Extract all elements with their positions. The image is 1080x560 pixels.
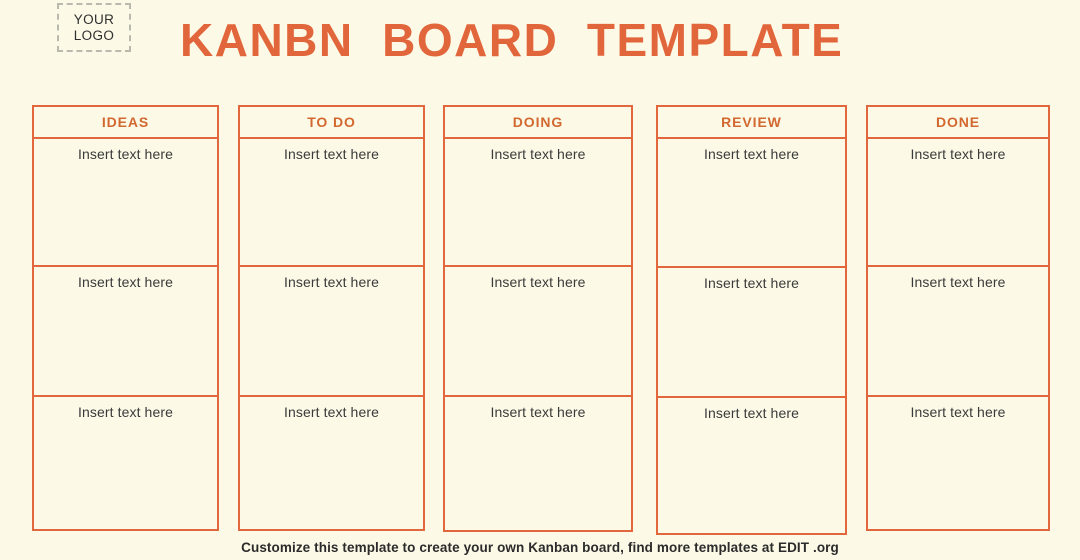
column-header-label: DONE (935, 114, 981, 130)
kanban-card[interactable]: Insert text here (866, 139, 1050, 267)
card-text: Insert text here (78, 274, 173, 290)
kanban-card[interactable]: Insert text here (443, 267, 633, 397)
column-header-to-do[interactable]: TO DO (238, 105, 425, 139)
card-text: Insert text here (704, 146, 799, 162)
kanban-column-doing: DOING Insert text here Insert text here … (443, 105, 633, 532)
kanban-card[interactable]: Insert text here (238, 139, 425, 267)
card-text: Insert text here (704, 275, 799, 291)
kanban-card[interactable]: Insert text here (866, 397, 1050, 531)
column-header-label: IDEAS (101, 114, 150, 130)
column-header-label: REVIEW (721, 114, 782, 130)
kanban-card[interactable]: Insert text here (32, 267, 219, 397)
kanban-column-done: DONE Insert text here Insert text here I… (866, 105, 1050, 531)
card-text: Insert text here (490, 146, 586, 162)
column-header-done[interactable]: DONE (866, 105, 1050, 139)
column-header-label: DOING (512, 114, 564, 130)
kanban-column-to-do: TO DO Insert text here Insert text here … (238, 105, 425, 531)
kanban-card[interactable]: Insert text here (656, 398, 847, 535)
kanban-column-ideas: IDEAS Insert text here Insert text here … (32, 105, 219, 531)
kanban-board: IDEAS Insert text here Insert text here … (0, 0, 1080, 560)
kanban-card[interactable]: Insert text here (656, 268, 847, 398)
column-header-ideas[interactable]: IDEAS (32, 105, 219, 139)
kanban-card[interactable]: Insert text here (238, 397, 425, 531)
kanban-card[interactable]: Insert text here (32, 139, 219, 267)
card-text: Insert text here (284, 404, 379, 420)
card-text: Insert text here (910, 146, 1006, 162)
kanban-card[interactable]: Insert text here (443, 139, 633, 267)
card-text: Insert text here (910, 404, 1006, 420)
kanban-card[interactable]: Insert text here (32, 397, 219, 531)
card-text: Insert text here (704, 405, 799, 421)
card-text: Insert text here (284, 146, 379, 162)
column-header-review[interactable]: REVIEW (656, 105, 847, 139)
kanban-card[interactable]: Insert text here (866, 267, 1050, 397)
footer-note: Customize this template to create your o… (241, 540, 839, 555)
kanban-card[interactable]: Insert text here (656, 139, 847, 268)
card-text: Insert text here (284, 274, 379, 290)
kanban-card[interactable]: Insert text here (238, 267, 425, 397)
column-header-label: TO DO (307, 114, 356, 130)
column-header-doing[interactable]: DOING (443, 105, 633, 139)
card-text: Insert text here (78, 146, 173, 162)
card-text: Insert text here (78, 404, 173, 420)
card-text: Insert text here (490, 274, 586, 290)
card-text: Insert text here (910, 274, 1006, 290)
kanban-column-review: REVIEW Insert text here Insert text here… (656, 105, 847, 535)
card-text: Insert text here (490, 404, 586, 420)
kanban-card[interactable]: Insert text here (443, 397, 633, 532)
